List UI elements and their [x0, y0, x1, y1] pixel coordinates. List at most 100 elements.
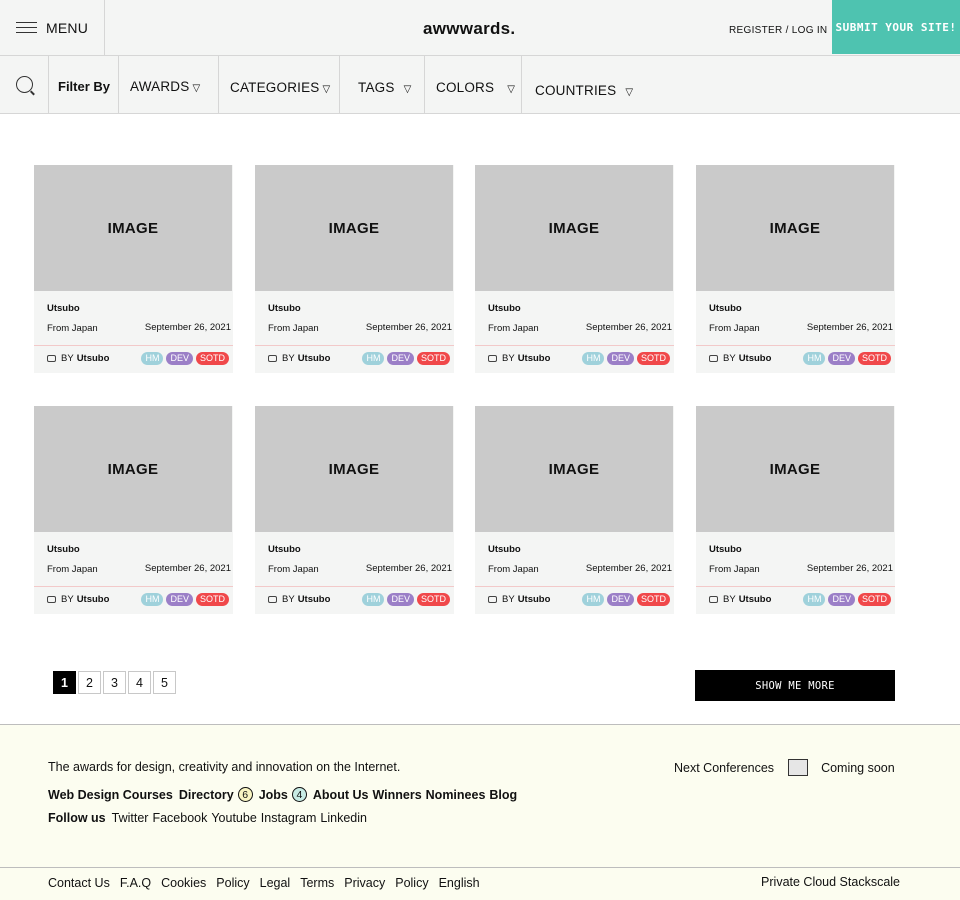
by-label: BY — [502, 594, 515, 605]
facebook-link[interactable]: Facebook — [152, 811, 207, 825]
card-image[interactable]: IMAGE — [34, 406, 232, 532]
card-author[interactable]: Utsubo — [298, 353, 331, 364]
card-divider — [255, 345, 454, 346]
site-logo[interactable]: awwwards. — [423, 19, 515, 39]
privacy-link[interactable]: Privacy — [344, 876, 385, 890]
card-image[interactable]: IMAGE — [255, 165, 453, 291]
dev-badge: DEV — [166, 593, 193, 606]
menu-label: MENU — [46, 19, 89, 36]
card-image[interactable]: IMAGE — [475, 406, 673, 532]
by-label: BY — [723, 353, 736, 364]
card-badges: HM DEV SOTD — [141, 593, 229, 606]
card-author[interactable]: Utsubo — [77, 594, 110, 605]
card-image[interactable]: IMAGE — [696, 406, 894, 532]
hamburger-icon — [16, 21, 37, 34]
filter-awards[interactable]: AWARDS ▽ — [130, 79, 200, 94]
site-card[interactable]: IMAGE Utsubo From Japan September 26, 2021 B… — [255, 165, 454, 373]
card-author[interactable]: Utsubo — [739, 594, 772, 605]
sotd-badge: SOTD — [195, 352, 229, 365]
page-3-button[interactable]: 3 — [103, 671, 126, 694]
filter-tags-label: TAGS — [358, 80, 395, 95]
show-more-button[interactable]: SHOW ME MORE — [695, 670, 895, 701]
cookies-policy-link[interactable]: Policy — [216, 876, 249, 890]
card-badges: HM DEV SOTD — [362, 593, 450, 606]
cookies-link[interactable]: Cookies — [161, 876, 206, 890]
page-5-button[interactable]: 5 — [153, 671, 176, 694]
pagination: 1 2 3 4 5 — [53, 671, 176, 694]
page-1-button[interactable]: 1 — [53, 671, 76, 694]
language-link[interactable]: English — [439, 876, 480, 890]
card-byline: BY Utsubo — [488, 594, 550, 605]
page-4-button[interactable]: 4 — [128, 671, 151, 694]
dropdown-triangle-icon: ▽ — [192, 83, 201, 94]
menu-button[interactable]: MENU — [0, 0, 105, 55]
legal-link[interactable]: Legal — [260, 876, 291, 890]
submit-site-button[interactable]: SUBMIT YOUR SITE! — [832, 0, 960, 54]
comment-icon — [709, 355, 718, 362]
card-title[interactable]: Utsubo — [709, 544, 742, 555]
site-card[interactable]: IMAGE Utsubo From Japan September 26, 2021 B… — [34, 406, 233, 614]
card-author[interactable]: Utsubo — [518, 594, 551, 605]
card-title[interactable]: Utsubo — [709, 303, 742, 314]
site-card[interactable]: IMAGE Utsubo From Japan September 26, 2021 B… — [475, 406, 674, 614]
site-card[interactable]: IMAGE Utsubo From Japan September 26, 2021 B… — [255, 406, 454, 614]
filter-countries[interactable]: COUNTRIES ▽ — [535, 83, 633, 98]
search-button[interactable] — [0, 56, 49, 113]
directory-link[interactable]: Directory — [179, 788, 234, 802]
card-title[interactable]: Utsubo — [488, 303, 521, 314]
site-card[interactable]: IMAGE Utsubo From Japan September 26, 2021 B… — [696, 165, 895, 373]
youtube-link[interactable]: Youtube — [211, 811, 256, 825]
site-card[interactable]: IMAGE Utsubo From Japan September 26, 2021 B… — [696, 406, 895, 614]
faq-link[interactable]: F.A.Q — [120, 876, 151, 890]
private-cloud-link[interactable]: Private Cloud Stackscale — [761, 875, 900, 889]
site-card[interactable]: IMAGE Utsubo From Japan September 26, 2021 B… — [34, 165, 233, 373]
dev-badge: DEV — [387, 593, 414, 606]
page-2-button[interactable]: 2 — [78, 671, 101, 694]
card-image[interactable]: IMAGE — [696, 165, 894, 291]
card-image[interactable]: IMAGE — [475, 165, 673, 291]
linkedin-link[interactable]: Linkedin — [320, 811, 367, 825]
sotd-badge: SOTD — [195, 593, 229, 606]
winners-link[interactable]: Winners — [372, 788, 421, 802]
twitter-link[interactable]: Twitter — [112, 811, 149, 825]
blog-link[interactable]: Blog — [489, 788, 517, 802]
filter-awards-label: AWARDS — [130, 79, 190, 94]
card-title[interactable]: Utsubo — [47, 544, 80, 555]
card-title[interactable]: Utsubo — [47, 303, 80, 314]
hm-badge: HM — [582, 593, 605, 606]
jobs-link[interactable]: Jobs — [259, 788, 288, 802]
web-design-courses-link[interactable]: Web Design Courses — [48, 788, 173, 802]
card-title[interactable]: Utsubo — [488, 544, 521, 555]
card-date: September 26, 2021 — [806, 322, 893, 333]
card-date: September 26, 2021 — [585, 322, 672, 333]
privacy-policy-link[interactable]: Policy — [395, 876, 428, 890]
filter-categories[interactable]: CATEGORIES ▽ — [230, 80, 330, 95]
card-date: September 26, 2021 — [585, 563, 672, 574]
site-card[interactable]: IMAGE Utsubo From Japan September 26, 2021 B… — [475, 165, 674, 373]
filter-tags[interactable]: TAGS ▽ — [358, 80, 411, 95]
terms-link[interactable]: Terms — [300, 876, 334, 890]
card-author[interactable]: Utsubo — [518, 353, 551, 364]
card-byline: BY Utsubo — [47, 353, 109, 364]
card-title[interactable]: Utsubo — [268, 303, 301, 314]
follow-us: Follow us Twitter Facebook Youtube Insta… — [48, 811, 371, 825]
comment-icon — [488, 596, 497, 603]
card-image[interactable]: IMAGE — [34, 165, 232, 291]
nominees-link[interactable]: Nominees — [426, 788, 486, 802]
card-author[interactable]: Utsubo — [77, 353, 110, 364]
filter-colors[interactable]: COLORS ▽ — [436, 80, 515, 95]
card-author[interactable]: Utsubo — [298, 594, 331, 605]
hm-badge: HM — [362, 593, 385, 606]
card-author[interactable]: Utsubo — [739, 353, 772, 364]
register-login-link[interactable]: REGISTER / LOG IN — [729, 25, 827, 36]
card-image[interactable]: IMAGE — [255, 406, 453, 532]
by-label: BY — [61, 353, 74, 364]
card-badges: HM DEV SOTD — [141, 352, 229, 365]
contact-us-link[interactable]: Contact Us — [48, 876, 110, 890]
footer-nav: Web Design Courses Directory 6 Jobs 4 Ab… — [48, 787, 523, 802]
instagram-link[interactable]: Instagram — [261, 811, 317, 825]
dev-badge: DEV — [607, 352, 634, 365]
card-title[interactable]: Utsubo — [268, 544, 301, 555]
comment-icon — [488, 355, 497, 362]
about-us-link[interactable]: About Us — [313, 788, 369, 802]
